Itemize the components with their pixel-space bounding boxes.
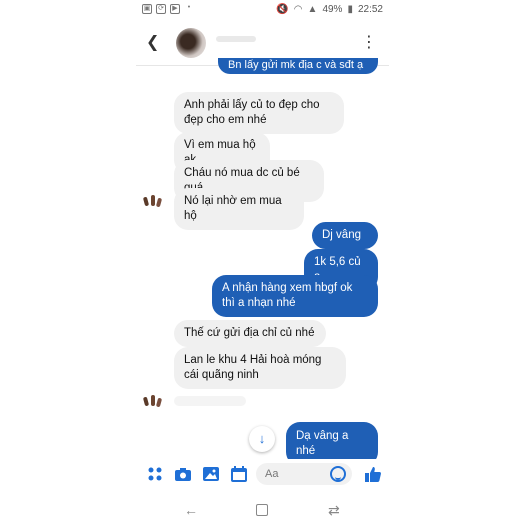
contact-name-redacted[interactable]	[216, 36, 256, 42]
message-text: Dj vâng	[322, 229, 361, 241]
mute-icon: 🔇	[276, 4, 289, 15]
message-bubble-outgoing[interactable]: Bn lấy gửi mk địa c và sđt ạ	[218, 58, 378, 74]
message-text: Thế cứ gửi địa chỉ củ nhé	[184, 327, 315, 339]
wifi-icon: ◠	[293, 4, 303, 15]
message-text: Anh phải lấy củ to đẹp cho đẹp cho em nh…	[184, 99, 320, 126]
signal-icon: ▲	[307, 4, 318, 15]
nav-home-icon[interactable]	[256, 504, 268, 516]
notification-icons: ▣ ⟳ ▶ •	[142, 4, 194, 14]
message-text: Lan le khu 4 Hải hoà móng cái quãng ninh	[184, 354, 322, 381]
message-bubble-outgoing[interactable]: A nhận hàng xem hbgf ok thì a nhạn nhé	[212, 275, 378, 317]
messenger-screen: ▣ ⟳ ▶ • 🔇 ◠ ▲ 49% ▮ 22:52 ❮ ⋮ Bn lấy gửi…	[136, 0, 389, 526]
message-input-placeholder: Aa	[265, 468, 279, 480]
camera-icon[interactable]	[174, 465, 192, 483]
message-text: Bn lấy gửi mk địa c và sđt ạ	[228, 59, 364, 71]
battery-icon: ▮	[347, 4, 353, 15]
sync-notification-icon: ⟳	[156, 4, 166, 14]
message-bubble-incoming[interactable]: Thế cứ gửi địa chỉ củ nhé	[174, 320, 326, 347]
arrow-left-icon[interactable]: ❮	[146, 32, 159, 52]
thumbs-up-icon[interactable]	[364, 465, 382, 483]
vertical-ellipsis-icon[interactable]: ⋮	[361, 32, 377, 52]
image-icon[interactable]	[202, 465, 220, 483]
nav-recents-icon[interactable]: ⇄	[328, 502, 340, 519]
gallery-notification-icon: ▣	[142, 4, 152, 14]
message-bubble-incoming[interactable]: Anh phải lấy củ to đẹp cho đẹp cho em nh…	[174, 92, 344, 134]
nav-back-icon[interactable]: ←	[184, 502, 198, 518]
message-bubble-outgoing[interactable]: Dj vâng	[312, 222, 378, 249]
message-text: Dạ vâng a nhé	[296, 430, 349, 457]
video-notification-icon: ▶	[170, 4, 180, 14]
dot-notification-icon: •	[187, 4, 191, 11]
arrow-down-icon: ↓	[258, 431, 266, 446]
message-bubble-incoming[interactable]: Lan le khu 4 Hải hoà móng cái quãng ninh	[174, 347, 346, 389]
message-text: A nhận hàng xem hbgf ok thì a nhạn nhé	[222, 282, 353, 309]
calendar-icon[interactable]	[230, 465, 248, 483]
contact-avatar[interactable]	[176, 28, 206, 58]
scroll-down-button[interactable]: ↓	[249, 426, 275, 452]
clock: 22:52	[357, 4, 383, 15]
battery-level: 49%	[322, 4, 343, 15]
message-list[interactable]: Bn lấy gửi mk địa c và sđt ạ Anh phải lấ…	[136, 58, 389, 466]
sender-avatar	[142, 392, 163, 410]
sender-avatar	[142, 192, 163, 210]
message-bubble-incoming[interactable]: Nó lại nhờ em mua hộ	[174, 188, 304, 230]
redacted-message	[174, 396, 246, 406]
system-navigation-bar: ← ⇄	[136, 496, 389, 526]
apps-icon[interactable]	[146, 465, 164, 483]
message-input[interactable]: Aa	[256, 463, 352, 485]
emoji-icon[interactable]	[330, 466, 346, 482]
message-text: Nó lại nhờ em mua hộ	[184, 195, 282, 222]
message-composer: Aa	[136, 459, 389, 489]
status-bar: ▣ ⟳ ▶ • 🔇 ◠ ▲ 49% ▮ 22:52	[136, 0, 389, 20]
